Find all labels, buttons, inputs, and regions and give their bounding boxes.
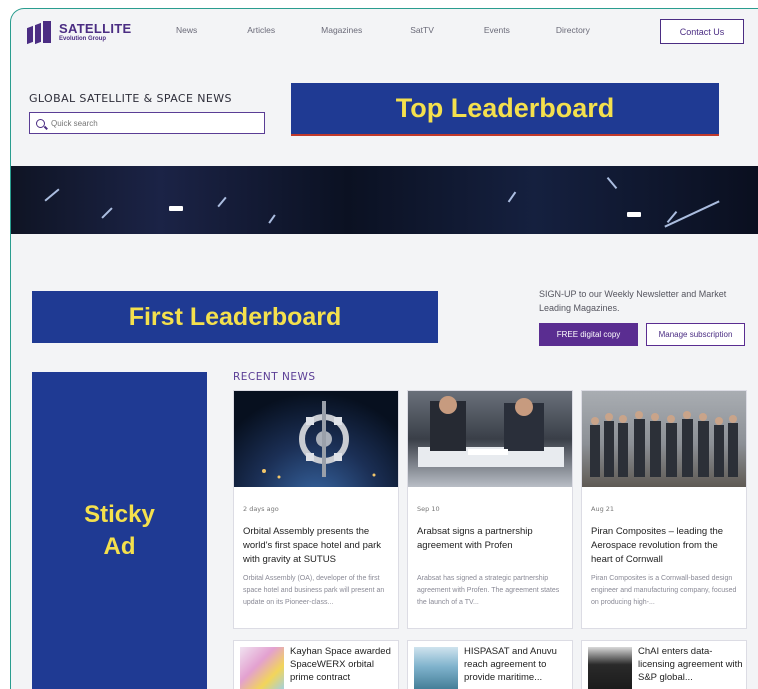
- nav-articles[interactable]: Articles: [247, 25, 275, 35]
- news-card[interactable]: Sep 10 Arabsat signs a partnership agree…: [407, 390, 573, 629]
- search-box[interactable]: [29, 112, 265, 134]
- hero-banner-image: [11, 166, 758, 234]
- mini-news-title[interactable]: HISPASAT and Anuvu reach agreement to pr…: [464, 645, 570, 684]
- newsletter-signup-text: SIGN-UP to our Weekly Newsletter and Mar…: [539, 289, 727, 313]
- team-photo-image: [582, 391, 746, 487]
- search-icon: [36, 118, 45, 128]
- logo-icon: [27, 21, 53, 45]
- kayhan-thumbnail: [240, 647, 284, 689]
- free-digital-copy-button[interactable]: FREE digital copy: [539, 323, 638, 346]
- first-leaderboard-ad[interactable]: First Leaderboard: [32, 291, 438, 343]
- nav-directory[interactable]: Directory: [556, 25, 590, 35]
- hispasat-thumbnail: [414, 647, 458, 689]
- news-card[interactable]: 2 days ago Orbital Assembly presents the…: [233, 390, 399, 629]
- chai-thumbnail: [588, 647, 632, 689]
- nav-sattv[interactable]: SatTV: [410, 25, 434, 35]
- logo-title: SATELLITE: [59, 21, 132, 36]
- space-station-icon: [262, 401, 376, 479]
- contact-us-button[interactable]: Contact Us: [660, 19, 744, 44]
- card-title[interactable]: Arabsat signs a partnership agreement wi…: [417, 525, 567, 553]
- card-excerpt: Piran Composites is a Cornwall-based des…: [591, 575, 737, 606]
- search-input[interactable]: [51, 118, 251, 128]
- mini-news-item[interactable]: ChAI enters data-licensing agreement wit…: [581, 640, 747, 689]
- card-date: Sep 10: [417, 505, 440, 513]
- nav-events[interactable]: Events: [484, 25, 510, 35]
- mini-news-title[interactable]: ChAI enters data-licensing agreement wit…: [638, 645, 744, 684]
- mini-news-item[interactable]: HISPASAT and Anuvu reach agreement to pr…: [407, 640, 573, 689]
- nav-news[interactable]: News: [176, 25, 197, 35]
- card-excerpt: Arabsat has signed a strategic partnersh…: [417, 575, 560, 606]
- site-tagline: GLOBAL SATELLITE & SPACE NEWS: [29, 92, 232, 105]
- space-hotel-image: [234, 391, 398, 487]
- signing-ceremony-image: [408, 391, 572, 487]
- news-card[interactable]: Aug 21 Piran Composites – leading the Ae…: [581, 390, 747, 629]
- sticky-ad[interactable]: Sticky Ad: [32, 372, 207, 689]
- card-date: Aug 21: [591, 505, 615, 513]
- manage-subscription-button[interactable]: Manage subscription: [646, 323, 745, 346]
- main-nav: News Articles Magazines SatTV Events Dir…: [176, 25, 590, 35]
- site-logo[interactable]: SATELLITE Evolution Group: [27, 21, 132, 45]
- card-title[interactable]: Piran Composites – leading the Aerospace…: [591, 525, 741, 567]
- recent-news-heading: RECENT NEWS: [233, 371, 316, 383]
- card-date: 2 days ago: [243, 505, 279, 513]
- mini-news-title[interactable]: Kayhan Space awarded SpaceWERX orbital p…: [290, 645, 396, 684]
- mini-news-item[interactable]: Kayhan Space awarded SpaceWERX orbital p…: [233, 640, 399, 689]
- top-leaderboard-ad[interactable]: Top Leaderboard: [291, 83, 719, 136]
- nav-magazines[interactable]: Magazines: [321, 25, 362, 35]
- card-excerpt: Orbital Assembly (OA), developer of the …: [243, 575, 385, 606]
- sticky-ad-label: Sticky Ad: [84, 501, 155, 560]
- page-frame: SATELLITE Evolution Group News Articles …: [10, 8, 758, 689]
- card-title[interactable]: Orbital Assembly presents the world's fi…: [243, 525, 393, 567]
- logo-subtitle: Evolution Group: [59, 36, 106, 42]
